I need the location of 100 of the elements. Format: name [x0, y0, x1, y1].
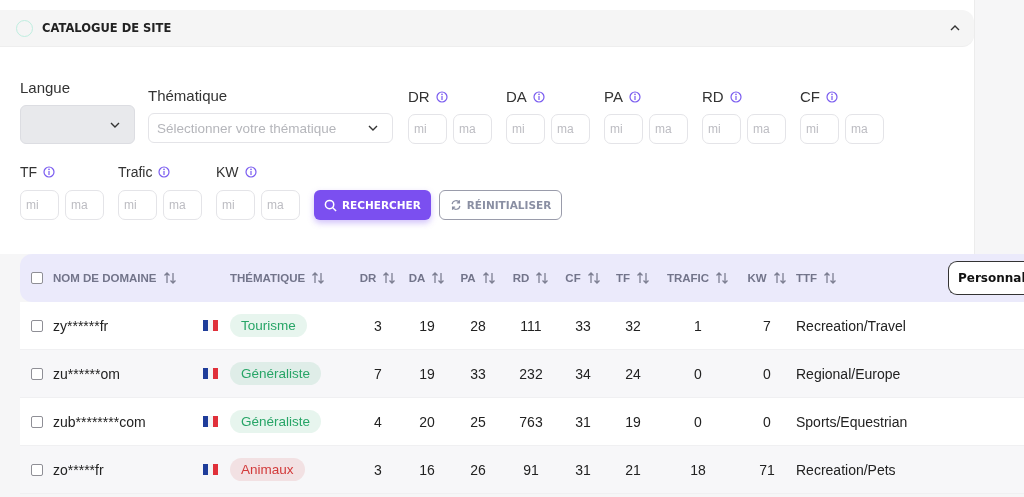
sort-icon[interactable]: [586, 272, 601, 284]
column-header[interactable]: THÉMATIQUE: [230, 272, 306, 284]
sort-icon[interactable]: [823, 272, 838, 284]
table-cell: 0: [694, 413, 702, 430]
info-icon[interactable]: [158, 166, 171, 178]
table-cell: 4: [374, 413, 382, 430]
reset-button[interactable]: RÉINITIALISER: [438, 190, 563, 220]
flag-icon: [203, 464, 218, 475]
category-cell-text: Regional/Europe: [796, 365, 902, 382]
checkbox[interactable]: [31, 272, 43, 284]
chevron-icon[interactable]: [368, 125, 378, 131]
max-field[interactable]: ma: [65, 190, 104, 220]
table-cell: 763: [519, 413, 543, 430]
max-field[interactable]: ma: [747, 114, 786, 144]
info-icon[interactable]: [244, 166, 257, 178]
column-header[interactable]: CF: [565, 272, 581, 284]
refresh-icon: [449, 199, 462, 211]
table-cell: 232: [519, 365, 543, 382]
min-field[interactable]: mi: [702, 114, 741, 144]
table-cell: 111: [520, 317, 542, 334]
checkbox[interactable]: [31, 319, 43, 332]
filter-label: DA: [506, 88, 527, 105]
table-cell: 7: [374, 365, 382, 382]
table-cell: 3: [374, 461, 382, 478]
info-icon[interactable]: [43, 166, 56, 178]
table-cell: 34: [575, 365, 591, 382]
max-field[interactable]: ma: [649, 114, 688, 144]
domain-cell-text: zo*****fr: [53, 461, 105, 478]
table-cell: 25: [470, 413, 486, 430]
min-field[interactable]: mi: [216, 190, 255, 220]
sort-icon[interactable]: [715, 272, 730, 284]
customize-button[interactable]: Personnal: [948, 261, 1024, 295]
table-cell: 31: [575, 461, 591, 478]
info-icon[interactable]: [628, 90, 641, 103]
category-cell-text: Recreation/Travel: [796, 317, 907, 334]
column-header[interactable]: TF: [615, 272, 631, 284]
column-header[interactable]: DA: [408, 272, 426, 284]
category-cell-text: Recreation/Pets: [796, 461, 897, 478]
max-field[interactable]: ma: [163, 190, 202, 220]
flag-icon: [203, 368, 218, 379]
min-field[interactable]: mi: [800, 114, 839, 144]
sort-icon[interactable]: [535, 272, 550, 284]
info-icon[interactable]: [435, 90, 448, 103]
chevron-icon[interactable]: [110, 121, 120, 128]
sort-icon[interactable]: [162, 272, 177, 284]
info-icon[interactable]: [729, 90, 742, 103]
filter-label: Langue: [20, 79, 71, 96]
filter-label: TF: [20, 164, 38, 180]
column-header[interactable]: PA: [460, 272, 476, 284]
filter-label: CF: [800, 88, 820, 105]
min-field[interactable]: mi: [506, 114, 545, 144]
min-field[interactable]: mi: [20, 190, 59, 220]
table-cell: 24: [625, 365, 641, 382]
search-icon: [324, 198, 337, 212]
filter-label: DR: [408, 88, 430, 105]
panel-header[interactable]: CATALOGUE DE SITE: [0, 10, 974, 47]
max-field[interactable]: ma: [845, 114, 884, 144]
filter-label: PA: [604, 88, 623, 105]
max-field[interactable]: ma: [453, 114, 492, 144]
checkbox[interactable]: [31, 367, 43, 380]
column-header[interactable]: TTF: [796, 272, 818, 284]
table-cell: 19: [419, 365, 435, 382]
table-cell: 19: [625, 413, 641, 430]
sort-icon[interactable]: [311, 272, 326, 284]
table-cell: 20: [419, 413, 435, 430]
checkbox[interactable]: [31, 463, 43, 476]
search-button[interactable]: RECHERCHER: [314, 190, 431, 220]
min-field[interactable]: mi: [408, 114, 447, 144]
table-cell: 16: [419, 461, 435, 478]
filter-label: Thématique: [148, 87, 228, 104]
table-cell: 7: [763, 317, 771, 334]
table-cell: 0: [763, 365, 771, 382]
table-cell: 32: [625, 317, 641, 334]
max-field[interactable]: ma: [261, 190, 300, 220]
column-header[interactable]: NOM DE DOMAINE: [53, 272, 157, 284]
chevron-icon[interactable]: [950, 25, 960, 31]
column-header[interactable]: TRAFIC: [666, 272, 710, 284]
sort-icon[interactable]: [431, 272, 446, 284]
info-icon[interactable]: [532, 90, 545, 103]
theme-select[interactable]: Sélectionner votre thématique: [148, 113, 393, 143]
theme-tag: Animaux: [230, 458, 305, 481]
max-field[interactable]: ma: [551, 114, 590, 144]
column-header[interactable]: RD: [512, 272, 530, 284]
table-cell: 3: [374, 317, 382, 334]
sort-icon[interactable]: [636, 272, 651, 284]
info-icon[interactable]: [826, 90, 838, 103]
table-cell: 21: [625, 461, 641, 478]
checkbox[interactable]: [31, 415, 43, 428]
min-field[interactable]: mi: [604, 114, 643, 144]
sort-icon[interactable]: [481, 272, 496, 284]
sort-icon[interactable]: [382, 272, 397, 284]
min-field[interactable]: mi: [118, 190, 157, 220]
column-header[interactable]: KW: [747, 272, 767, 284]
column-header[interactable]: DR: [359, 272, 377, 284]
table-cell: 0: [694, 365, 702, 382]
flag-icon: [203, 416, 218, 427]
table-cell: 26: [470, 461, 486, 478]
table-cell: 71: [759, 461, 775, 478]
table-cell: 91: [523, 461, 539, 478]
sort-icon[interactable]: [772, 272, 787, 284]
